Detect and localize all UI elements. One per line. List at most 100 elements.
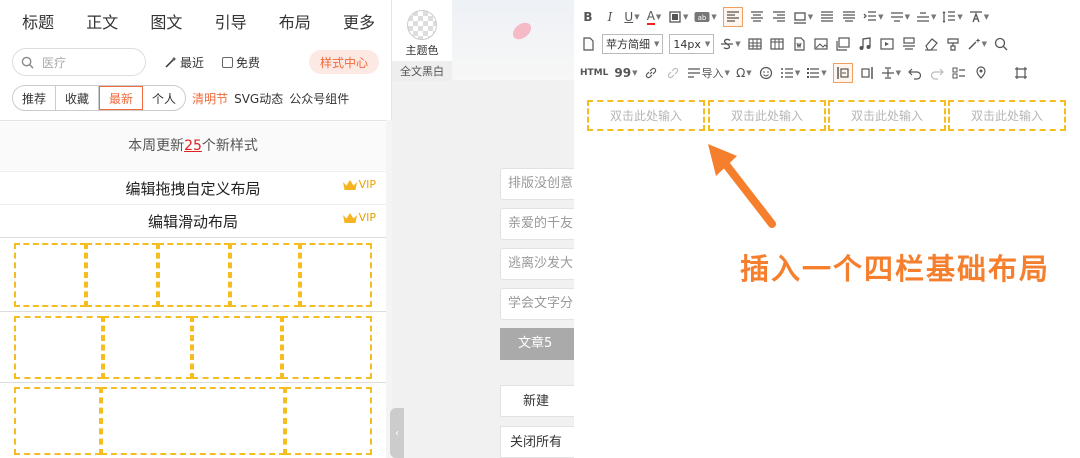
tag-svg[interactable]: SVG动态 [234, 90, 283, 107]
indent-button[interactable]: ▼ [863, 7, 884, 27]
filter-latest[interactable]: 最新 [99, 86, 144, 110]
special-char-button[interactable]: Ω ▼ [736, 63, 752, 83]
free-checkbox[interactable]: 免费 [222, 54, 260, 71]
tag-qingming[interactable]: 清明节 [192, 90, 228, 107]
grayscale-button[interactable]: 全文黑白 [392, 61, 452, 81]
redo-button[interactable] [929, 63, 945, 83]
close-all-button[interactable]: 关闭所有 [500, 426, 576, 458]
layout-cell [300, 243, 372, 307]
editor-layout-cell[interactable]: 双击此处输入 [587, 100, 705, 131]
search-input[interactable]: 医疗 [12, 48, 146, 76]
filter-personal[interactable]: 个人 [143, 86, 185, 110]
link-button[interactable] [643, 63, 659, 83]
editor-layout-cell[interactable]: 双击此处输入 [948, 100, 1066, 131]
align-center-button[interactable] [749, 7, 765, 27]
unordered-list-button[interactable]: ▼ [806, 63, 827, 83]
tab-body[interactable]: 正文 [70, 9, 134, 33]
image-align-icon [793, 12, 806, 24]
theme-color-icon[interactable] [407, 10, 437, 40]
layout-template-five-column[interactable] [0, 237, 386, 311]
import-button[interactable]: 导入 ▼ [687, 63, 730, 83]
underline-button[interactable]: U ▼ [624, 7, 640, 27]
style-item[interactable]: 编辑拖拽自定义布局 VIP [0, 171, 386, 204]
editor-layout-cell[interactable]: 双击此处输入 [828, 100, 946, 131]
article-item[interactable]: 学会文字分 [500, 288, 576, 320]
video-button[interactable] [879, 34, 895, 54]
underline-label: U [624, 10, 634, 24]
font-size-select[interactable]: 14px ▼ [669, 34, 715, 54]
tab-layout[interactable]: 布局 [263, 9, 327, 33]
unlink-button[interactable] [665, 63, 681, 83]
article-item[interactable]: 逃离沙发大 [500, 248, 576, 280]
align-right-button[interactable] [771, 7, 787, 27]
update-prefix: 本周更新 [128, 138, 185, 154]
letter-spacing-button[interactable]: ▼ [969, 7, 989, 27]
new-article-button[interactable]: 新建 [500, 385, 576, 417]
align-left-icon [726, 11, 739, 22]
panel-scrollbar[interactable] [386, 120, 392, 458]
new-document-button[interactable] [580, 34, 596, 54]
collapse-handle[interactable]: ‹ [390, 408, 404, 458]
paragraph-after-button[interactable]: ▼ [916, 7, 936, 27]
table-icon [748, 38, 762, 50]
tab-more[interactable]: 更多 [327, 9, 391, 33]
checkbox-box[interactable] [222, 56, 234, 68]
article-item[interactable]: 排版没创意 [500, 168, 576, 200]
strikethrough-button[interactable]: ▼ [720, 34, 741, 54]
style-item[interactable]: 编辑滑动布局 VIP [0, 204, 386, 237]
line-height-button[interactable]: ▼ [942, 7, 963, 27]
insert-after-button[interactable] [859, 63, 875, 83]
align-left-button[interactable] [722, 7, 743, 27]
bold-button[interactable]: B [580, 7, 596, 27]
undo-button[interactable] [907, 63, 923, 83]
emoji-button[interactable] [758, 63, 774, 83]
editor-body[interactable]: 双击此处输入 双击此处输入 双击此处输入 双击此处输入 插入一个四栏基础布局 [574, 90, 1080, 458]
html-button[interactable]: HTML [580, 63, 608, 83]
multi-image-button[interactable] [835, 34, 851, 54]
insert-after-icon [861, 67, 873, 79]
checklist-button[interactable] [951, 63, 967, 83]
table-button[interactable] [747, 34, 763, 54]
location-button[interactable] [973, 63, 989, 83]
style-center-button[interactable]: 样式中心 [309, 50, 379, 74]
filter-recommended[interactable]: 推荐 [13, 86, 57, 110]
code-block-button[interactable]: ab ▼ [694, 7, 717, 27]
filter-favorites[interactable]: 收藏 [56, 86, 100, 110]
grid-button[interactable] [769, 34, 785, 54]
distributed-button[interactable] [841, 7, 857, 27]
recent-option[interactable]: 最近 [164, 54, 204, 71]
tab-title[interactable]: 标题 [6, 9, 70, 33]
font-family-select[interactable]: 苹方简细 ▼ [602, 34, 664, 54]
paragraph-before-button[interactable]: ▼ [890, 7, 910, 27]
tab-guide[interactable]: 引导 [199, 9, 263, 33]
magic-wand-icon [968, 38, 981, 50]
word-import-button[interactable] [791, 34, 807, 54]
italic-button[interactable]: I [602, 7, 618, 27]
article-item-active[interactable]: 文章5 [500, 328, 576, 360]
image-button[interactable] [813, 34, 829, 54]
search-replace-button[interactable] [993, 34, 1009, 54]
music-button[interactable] [857, 34, 873, 54]
magic-button[interactable]: ▼ [967, 34, 987, 54]
article-item[interactable]: 亲爱的千友 [500, 208, 576, 240]
quote-button[interactable]: 99 ▼ [614, 63, 637, 83]
update-count[interactable]: 25 [184, 138, 202, 154]
vertical-align-button[interactable]: ▼ [881, 63, 901, 83]
justify-button[interactable] [819, 7, 835, 27]
font-color-button[interactable]: A ▼ [646, 7, 662, 27]
insert-before-button[interactable] [832, 63, 853, 83]
template-button[interactable] [901, 34, 917, 54]
ordered-list-button[interactable]: ▼ [780, 63, 800, 83]
tab-image-text[interactable]: 图文 [134, 9, 198, 33]
format-painter-button[interactable] [945, 34, 961, 54]
style-title: 编辑滑动布局 [147, 212, 238, 231]
layout-template-four-column[interactable] [0, 311, 386, 382]
chevron-down-icon: ▼ [983, 13, 990, 21]
fullscreen-button[interactable] [1013, 63, 1029, 83]
tag-components[interactable]: 公众号组件 [289, 90, 349, 107]
editor-layout-cell[interactable]: 双击此处输入 [708, 100, 826, 131]
eraser-button[interactable] [923, 34, 939, 54]
background-color-button[interactable]: ▼ [668, 7, 688, 27]
image-align-button[interactable]: ▼ [793, 7, 813, 27]
layout-template-three-column[interactable] [0, 382, 386, 458]
